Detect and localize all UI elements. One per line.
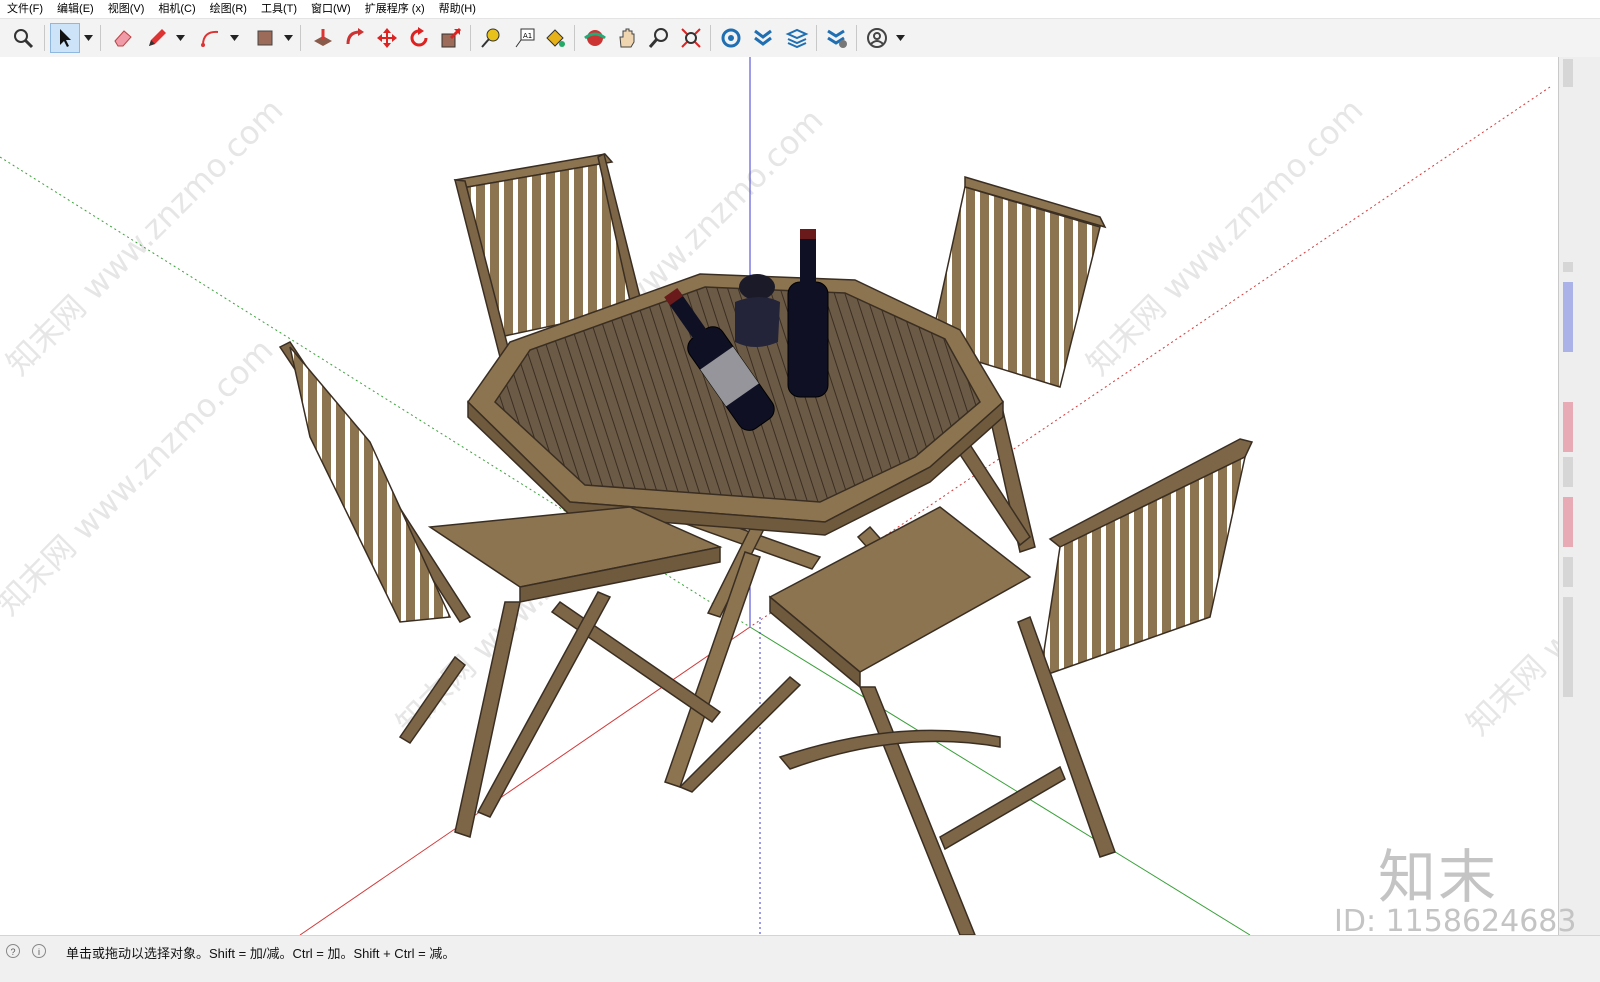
brand-logo: 知末 — [1378, 843, 1499, 911]
menu-bar: 文件(F) 编辑(E) 视图(V) 相机(C) 绘图(R) 工具(T) 窗口(W… — [0, 0, 1600, 18]
model-viewport[interactable]: 知末网 www.znzmo.com 知末网 www.znzmo.com 知末网 … — [0, 57, 1558, 935]
help-circle-icon[interactable]: ? — [6, 944, 20, 958]
info-circle-icon[interactable]: i — [32, 944, 46, 958]
line-dropdown-icon[interactable] — [174, 31, 186, 45]
menu-extensions[interactable]: 扩展程序 (x) — [358, 0, 432, 18]
select-arrow-icon[interactable] — [50, 23, 80, 53]
watermark-text: 知末网 www.znzmo.com — [1079, 91, 1371, 383]
asset-id-label: ID: 1158624683 — [1334, 904, 1577, 939]
arc-icon[interactable] — [196, 23, 226, 53]
scene-drawing: 知末网 www.znzmo.com 知末网 www.znzmo.com 知末网 … — [0, 57, 1558, 935]
menu-view[interactable]: 视图(V) — [101, 0, 152, 18]
pencil-line-icon[interactable] — [142, 23, 172, 53]
scale-icon[interactable] — [436, 23, 466, 53]
paint-bucket-icon[interactable] — [540, 23, 570, 53]
rotate-icon[interactable] — [404, 23, 434, 53]
arc-dropdown-icon[interactable] — [228, 31, 240, 45]
rectangle-shape-icon[interactable] — [250, 23, 280, 53]
move-icon[interactable] — [372, 23, 402, 53]
menu-camera[interactable]: 相机(C) — [151, 0, 202, 18]
watermark-text: 知末网 www.znzmo.com — [1459, 451, 1558, 743]
warehouse-icon[interactable] — [716, 23, 746, 53]
tape-measure-icon[interactable] — [476, 23, 506, 53]
green-axis — [749, 626, 1251, 935]
watermark-text: 知末网 www.znzmo.com — [0, 331, 280, 623]
menu-edit[interactable]: 编辑(E) — [50, 0, 101, 18]
extension-warehouse-icon[interactable] — [748, 23, 778, 53]
push-pull-icon[interactable] — [308, 23, 338, 53]
status-bar: ? i 单击或拖动以选择对象。Shift = 加/减。Ctrl = 加。Shif… — [0, 935, 1600, 982]
follow-me-icon[interactable] — [340, 23, 370, 53]
zoom-window-icon[interactable] — [644, 23, 674, 53]
pan-icon[interactable] — [612, 23, 642, 53]
eraser-icon[interactable] — [108, 23, 138, 53]
layout-send-icon[interactable] — [782, 23, 812, 53]
select-dropdown-icon[interactable] — [82, 31, 94, 45]
menu-window[interactable]: 窗口(W) — [304, 0, 358, 18]
zoom-icon[interactable] — [8, 23, 38, 53]
account-icon[interactable] — [862, 23, 892, 53]
default-tray-collapsed[interactable] — [1558, 57, 1600, 935]
account-dropdown-icon[interactable] — [894, 31, 906, 45]
menu-tools[interactable]: 工具(T) — [254, 0, 304, 18]
menu-draw[interactable]: 绘图(R) — [203, 0, 254, 18]
menu-help[interactable]: 帮助(H) — [432, 0, 483, 18]
text-label-icon[interactable]: A1 — [510, 23, 540, 53]
zoom-extents-icon[interactable] — [676, 23, 706, 53]
orbit-icon[interactable] — [580, 23, 610, 53]
shape-dropdown-icon[interactable] — [282, 31, 294, 45]
status-hint-text: 单击或拖动以选择对象。Shift = 加/减。Ctrl = 加。Shift + … — [66, 946, 456, 961]
main-toolbar: A1 — [0, 18, 1600, 58]
svg-text:A1: A1 — [523, 32, 532, 40]
extension-manager-icon[interactable] — [822, 23, 852, 53]
menu-file[interactable]: 文件(F) — [0, 0, 50, 18]
